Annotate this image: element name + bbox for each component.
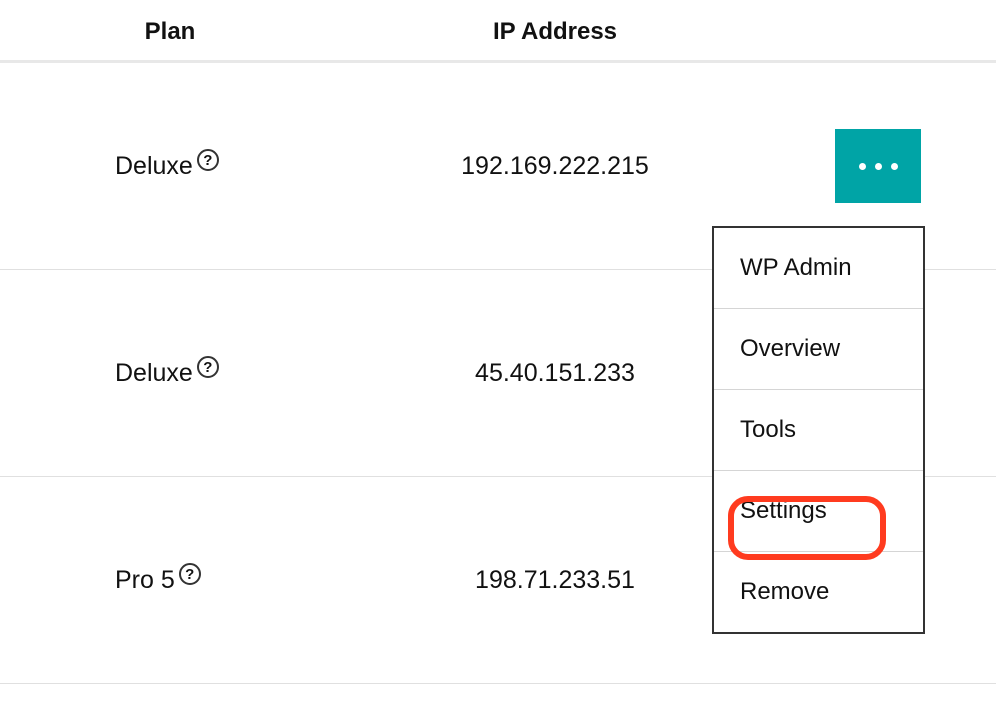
ip-cell: 192.169.222.215 xyxy=(340,152,770,181)
actions-cell xyxy=(770,129,996,203)
help-icon[interactable]: ? xyxy=(197,149,219,171)
column-header-ip: IP Address xyxy=(340,18,770,46)
table-header: Plan IP Address xyxy=(0,0,996,63)
more-actions-button[interactable] xyxy=(835,129,921,203)
plan-cell: Deluxe ? xyxy=(0,359,340,388)
menu-item-settings[interactable]: Settings xyxy=(714,471,923,552)
plan-cell: Deluxe ? xyxy=(0,152,340,181)
column-header-actions xyxy=(770,18,996,46)
menu-item-remove[interactable]: Remove xyxy=(714,552,923,632)
plan-label: Deluxe xyxy=(115,359,193,388)
ip-cell: 45.40.151.233 xyxy=(340,359,770,388)
menu-item-overview[interactable]: Overview xyxy=(714,309,923,390)
plan-label: Deluxe xyxy=(115,152,193,181)
dot-icon xyxy=(891,163,898,170)
ip-cell: 198.71.233.51 xyxy=(340,566,770,595)
actions-dropdown: WP Admin Overview Tools Settings Remove xyxy=(712,226,925,634)
dot-icon xyxy=(859,163,866,170)
help-icon[interactable]: ? xyxy=(197,356,219,378)
dot-icon xyxy=(875,163,882,170)
plan-label: Pro 5 xyxy=(115,566,175,595)
help-icon[interactable]: ? xyxy=(179,563,201,585)
column-header-plan: Plan xyxy=(0,18,340,46)
menu-item-tools[interactable]: Tools xyxy=(714,390,923,471)
plan-cell: Pro 5 ? xyxy=(0,566,340,595)
menu-item-wp-admin[interactable]: WP Admin xyxy=(714,228,923,309)
